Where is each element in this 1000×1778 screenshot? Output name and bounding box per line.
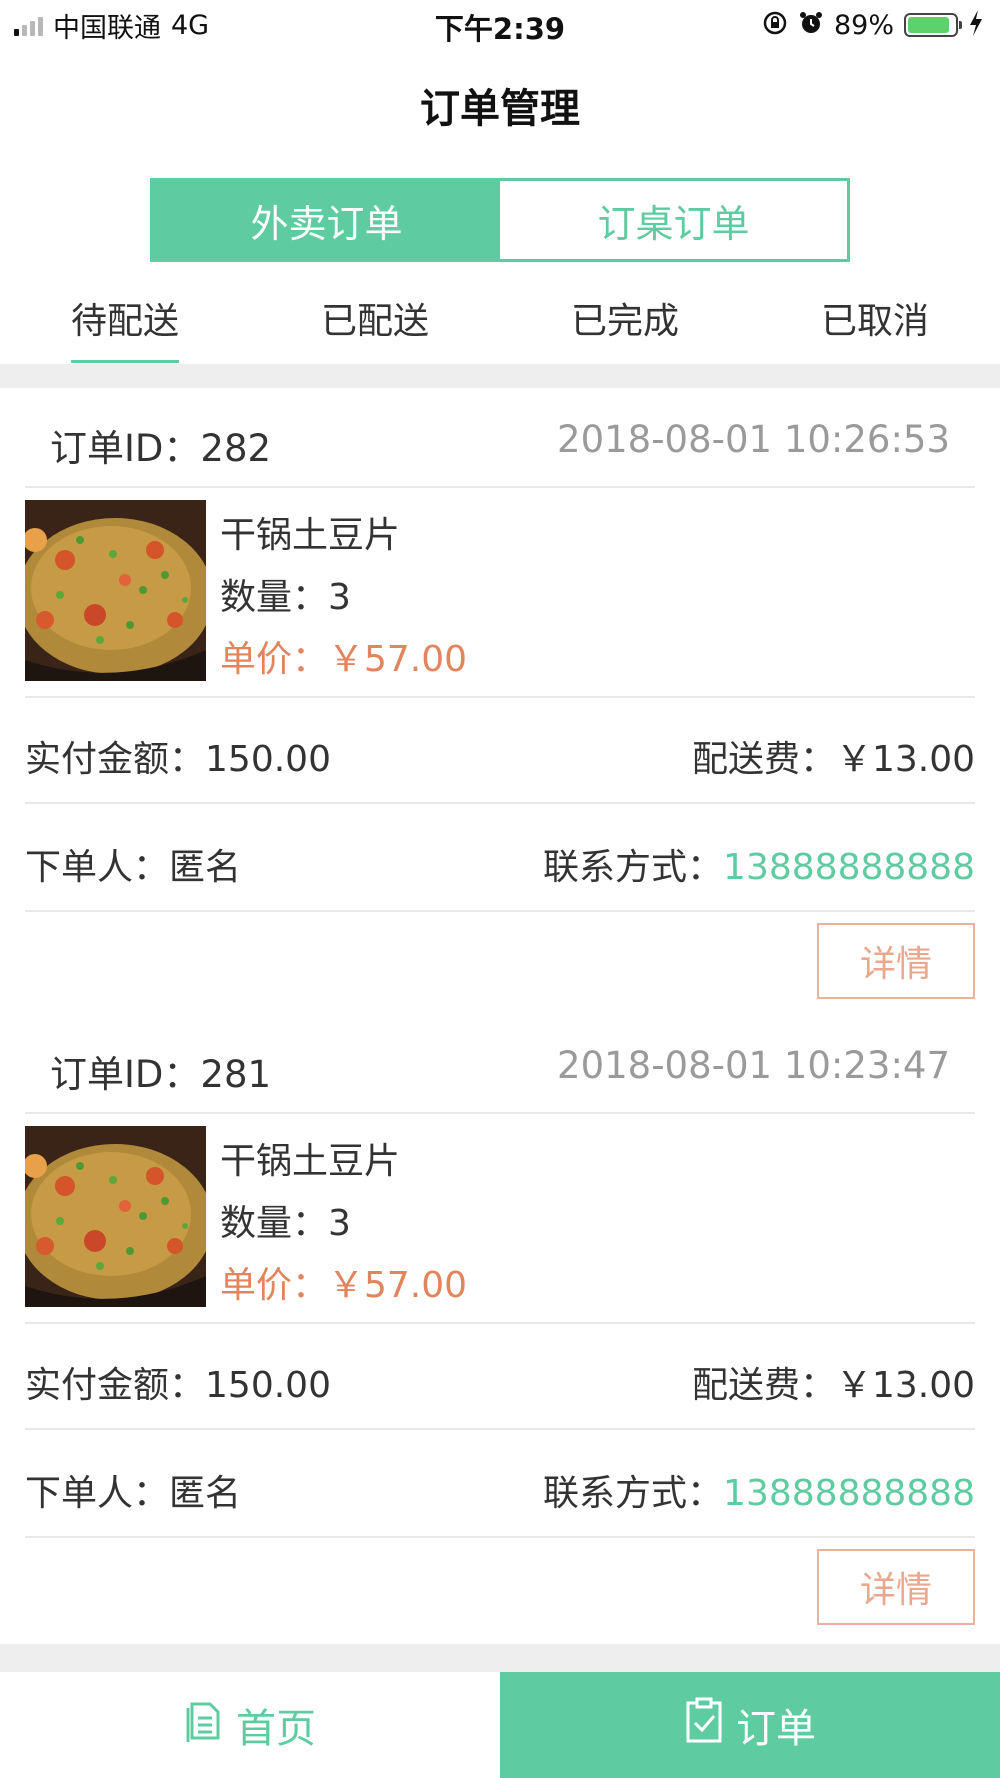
quantity-label: 数量：: [220, 1203, 329, 1244]
tab-label: 已配送: [320, 301, 429, 342]
food-name: 干锅土豆片: [220, 515, 401, 556]
paid-value: 150.00: [205, 739, 331, 780]
bottom-tab-bar: 首页 订单: [0, 1672, 1000, 1778]
quantity-value: 3: [328, 577, 351, 618]
order-card: 订单ID：282 2018-08-01 10:26:53 干锅土豆片 数量：3 …: [0, 388, 1000, 1008]
customer-value: 匿名: [169, 847, 242, 888]
page-title: 订单管理: [420, 86, 580, 132]
quantity-value: 3: [328, 1203, 351, 1244]
food-quantity: 数量：3: [220, 568, 351, 620]
tabbar-home[interactable]: 首页: [0, 1672, 500, 1778]
tab-delivered[interactable]: 已配送: [250, 288, 500, 364]
tab-completed[interactable]: 已完成: [500, 288, 750, 364]
contact: 联系方式：13888888888: [543, 838, 975, 890]
order-id-label: 订单ID：: [50, 1053, 201, 1096]
battery-percent: 89%: [833, 9, 894, 41]
order-id-value: 281: [200, 1053, 272, 1096]
alarm-icon: [798, 10, 824, 41]
tabbar-orders[interactable]: 订单: [500, 1672, 1000, 1778]
order-time: 2018-08-01 10:26:53: [557, 418, 950, 461]
tab-label: 已取消: [820, 301, 929, 342]
order-id-value: 282: [200, 427, 272, 470]
food-name: 干锅土豆片: [220, 1141, 401, 1182]
customer: 下单人：匿名: [25, 838, 241, 890]
document-icon: [184, 1698, 224, 1752]
contact-label: 联系方式：: [543, 847, 724, 888]
segment-takeout-orders[interactable]: 外卖订单: [153, 181, 500, 259]
unit-price: 单价：￥57.00: [220, 1265, 468, 1306]
contact-phone-link[interactable]: 13888888888: [723, 847, 975, 888]
tabbar-label: 订单: [736, 1706, 816, 1752]
paid-value: 150.00: [205, 1365, 331, 1406]
rotation-lock-icon: [762, 10, 788, 41]
clipboard-check-icon: [684, 1697, 724, 1753]
contact: 联系方式：13888888888: [543, 1464, 975, 1516]
contact-phone-link[interactable]: 13888888888: [723, 1473, 975, 1514]
food-image: [25, 500, 206, 681]
battery-icon: [904, 13, 962, 37]
tab-pending-delivery[interactable]: 待配送: [0, 288, 250, 364]
order-time: 2018-08-01 10:23:47: [557, 1044, 950, 1087]
status-tabs: 待配送 已配送 已完成 已取消: [0, 288, 1000, 364]
detail-button[interactable]: 详情: [817, 923, 975, 999]
order-id: 订单ID：282: [50, 418, 271, 472]
order-id: 订单ID：281: [50, 1044, 271, 1098]
segment-table-orders[interactable]: 订桌订单: [500, 181, 847, 259]
food-quantity: 数量：3: [220, 1194, 351, 1246]
paid-amount: 实付金额：150.00: [25, 730, 331, 782]
charging-icon: [968, 9, 984, 42]
tabbar-label: 首页: [236, 1706, 316, 1752]
customer-value: 匿名: [169, 1473, 242, 1514]
order-id-label: 订单ID：: [50, 427, 201, 470]
tab-cancelled[interactable]: 已取消: [750, 288, 1000, 364]
delivery-fee: 配送费：￥13.00: [691, 1365, 975, 1406]
paid-label: 实付金额：: [25, 739, 206, 780]
customer: 下单人：匿名: [25, 1464, 241, 1516]
detail-button[interactable]: 详情: [817, 1549, 975, 1625]
paid-amount: 实付金额：150.00: [25, 1356, 331, 1408]
section-divider: [0, 364, 1000, 388]
order-type-segment: 外卖订单 订桌订单: [150, 178, 850, 262]
customer-label: 下单人：: [25, 847, 170, 888]
contact-label: 联系方式：: [543, 1473, 724, 1514]
delivery-fee: 配送费：￥13.00: [691, 739, 975, 780]
quantity-label: 数量：: [220, 577, 329, 618]
status-bar: 中国联通 4G 下午2:39 89%: [0, 0, 1000, 50]
paid-label: 实付金额：: [25, 1365, 206, 1406]
tab-label: 已完成: [570, 301, 679, 342]
tab-label: 待配送: [70, 301, 179, 342]
unit-price: 单价：￥57.00: [220, 639, 468, 680]
active-tab-indicator: [71, 360, 179, 363]
section-divider: [0, 1644, 1000, 1672]
customer-label: 下单人：: [25, 1473, 170, 1514]
order-card: 订单ID：281 2018-08-01 10:23:47 干锅土豆片 数量：3 …: [0, 1014, 1000, 1634]
food-image: [25, 1126, 206, 1307]
